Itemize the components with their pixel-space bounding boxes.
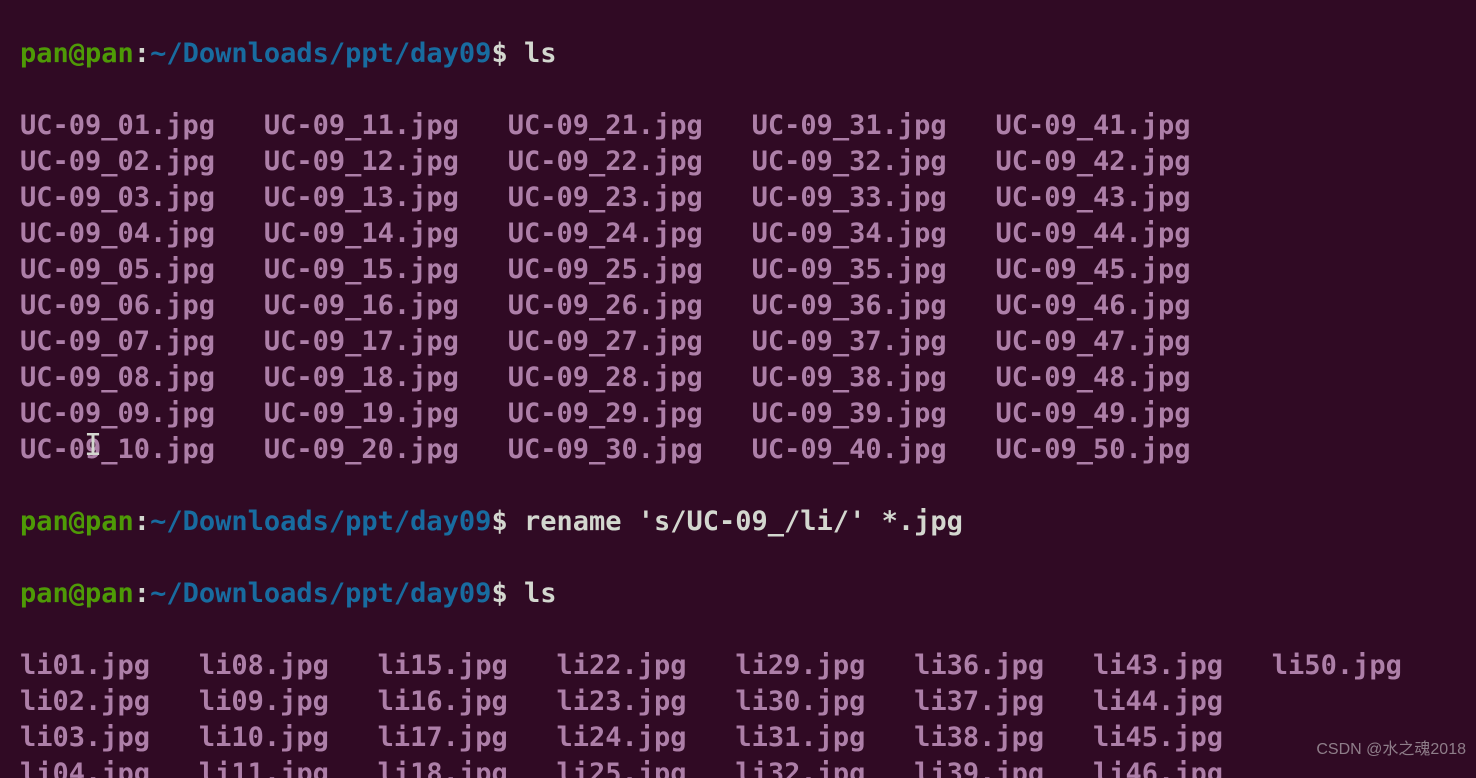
file-entry: UC-09_34.jpg	[752, 218, 947, 249]
prompt-line-rename: pan@pan:~/Downloads/ppt/day09$ rename 's…	[20, 504, 1476, 540]
file-entry: li18.jpg	[378, 758, 508, 778]
terminal-window[interactable]: pan@pan:~/Downloads/ppt/day09$ ls UC-09_…	[0, 0, 1476, 778]
file-entry: UC-09_50.jpg	[995, 434, 1190, 465]
file-entry: UC-09_47.jpg	[995, 326, 1190, 357]
file-entry: UC-09_22.jpg	[508, 146, 703, 177]
file-entry: li09.jpg	[199, 686, 329, 717]
file-entry: UC-09_32.jpg	[752, 146, 947, 177]
file-entry: UC-09_44.jpg	[995, 218, 1190, 249]
file-entry: li01.jpg	[20, 650, 150, 681]
file-entry: UC-09_37.jpg	[752, 326, 947, 357]
file-entry: UC-09_07.jpg	[20, 326, 215, 357]
file-entry: UC-09_33.jpg	[752, 182, 947, 213]
file-entry: UC-09_12.jpg	[264, 146, 459, 177]
file-entry: li16.jpg	[378, 686, 508, 717]
file-entry: UC-09_31.jpg	[752, 110, 947, 141]
watermark-text: CSDN @水之魂2018	[1316, 732, 1466, 768]
file-entry: UC-09_48.jpg	[995, 362, 1190, 393]
file-entry: li39.jpg	[914, 758, 1044, 778]
file-entry: UC-09_49.jpg	[995, 398, 1190, 429]
ls-output-1: UC-09_01.jpg UC-09_11.jpg UC-09_21.jpg U…	[20, 108, 1476, 468]
file-entry: UC-09_14.jpg	[264, 218, 459, 249]
file-entry: li29.jpg	[735, 650, 865, 681]
file-entry: UC-09_25.jpg	[508, 254, 703, 285]
file-entry: UC-09_16.jpg	[264, 290, 459, 321]
file-entry: UC-09_35.jpg	[752, 254, 947, 285]
file-entry: UC-09_27.jpg	[508, 326, 703, 357]
prompt-line-ls2: pan@pan:~/Downloads/ppt/day09$ ls	[20, 576, 1476, 612]
file-entry: li38.jpg	[914, 722, 1044, 753]
file-entry: li31.jpg	[735, 722, 865, 753]
command-rename: rename 's/UC-09_/li/' *.jpg	[508, 506, 963, 537]
file-entry: li46.jpg	[1093, 758, 1223, 778]
file-entry: li45.jpg	[1093, 722, 1223, 753]
ls-output-2: li01.jpg li08.jpg li15.jpg li22.jpg li29…	[20, 648, 1476, 778]
file-entry: li22.jpg	[556, 650, 686, 681]
file-entry: UC-09_06.jpg	[20, 290, 215, 321]
file-entry: li17.jpg	[378, 722, 508, 753]
file-entry: UC-09_43.jpg	[995, 182, 1190, 213]
file-entry: UC-09_38.jpg	[752, 362, 947, 393]
file-entry: UC-09_18.jpg	[264, 362, 459, 393]
file-entry: li03.jpg	[20, 722, 150, 753]
command-ls: ls	[508, 38, 557, 69]
prompt-line-partial: pan@pan:~/Downloads/ppt/day09$ ls	[20, 36, 1476, 72]
file-entry: UC-09_19.jpg	[264, 398, 459, 429]
file-entry: li24.jpg	[556, 722, 686, 753]
file-entry: UC-09_40.jpg	[752, 434, 947, 465]
file-entry: li15.jpg	[378, 650, 508, 681]
file-entry: UC-09_20.jpg	[264, 434, 459, 465]
file-entry: UC-09_36.jpg	[752, 290, 947, 321]
file-entry: UC-09_10.jpg	[20, 434, 215, 465]
file-entry: li02.jpg	[20, 686, 150, 717]
file-entry: UC-09_46.jpg	[995, 290, 1190, 321]
file-entry: UC-09_39.jpg	[752, 398, 947, 429]
file-entry: UC-09_28.jpg	[508, 362, 703, 393]
file-entry: UC-09_17.jpg	[264, 326, 459, 357]
file-entry: UC-09_21.jpg	[508, 110, 703, 141]
file-entry: UC-09_24.jpg	[508, 218, 703, 249]
file-entry: li44.jpg	[1093, 686, 1223, 717]
file-entry: UC-09_05.jpg	[20, 254, 215, 285]
file-entry: li08.jpg	[199, 650, 329, 681]
file-entry: UC-09_08.jpg	[20, 362, 215, 393]
file-entry: UC-09_03.jpg	[20, 182, 215, 213]
file-entry: UC-09_04.jpg	[20, 218, 215, 249]
cwd-path: ~/Downloads/ppt/day09	[150, 38, 491, 69]
file-entry: li50.jpg	[1272, 650, 1402, 681]
file-entry: UC-09_11.jpg	[264, 110, 459, 141]
user-host: pan@pan	[20, 38, 134, 69]
file-entry: li10.jpg	[199, 722, 329, 753]
file-entry: UC-09_23.jpg	[508, 182, 703, 213]
file-entry: UC-09_13.jpg	[264, 182, 459, 213]
file-entry: UC-09_45.jpg	[995, 254, 1190, 285]
file-entry: li23.jpg	[556, 686, 686, 717]
file-entry: li32.jpg	[735, 758, 865, 778]
file-entry: li37.jpg	[914, 686, 1044, 717]
file-entry: UC-09_42.jpg	[995, 146, 1190, 177]
file-entry: li25.jpg	[556, 758, 686, 778]
file-entry: li11.jpg	[199, 758, 329, 778]
file-entry: UC-09_02.jpg	[20, 146, 215, 177]
file-entry: UC-09_01.jpg	[20, 110, 215, 141]
file-entry: li43.jpg	[1093, 650, 1223, 681]
command-ls: ls	[508, 578, 557, 609]
file-entry: li04.jpg	[20, 758, 150, 778]
file-entry: UC-09_30.jpg	[508, 434, 703, 465]
file-entry: UC-09_09.jpg	[20, 398, 215, 429]
file-entry: UC-09_15.jpg	[264, 254, 459, 285]
file-entry: li30.jpg	[735, 686, 865, 717]
file-entry: UC-09_29.jpg	[508, 398, 703, 429]
file-entry: li36.jpg	[914, 650, 1044, 681]
file-entry: UC-09_41.jpg	[995, 110, 1190, 141]
file-entry: UC-09_26.jpg	[508, 290, 703, 321]
